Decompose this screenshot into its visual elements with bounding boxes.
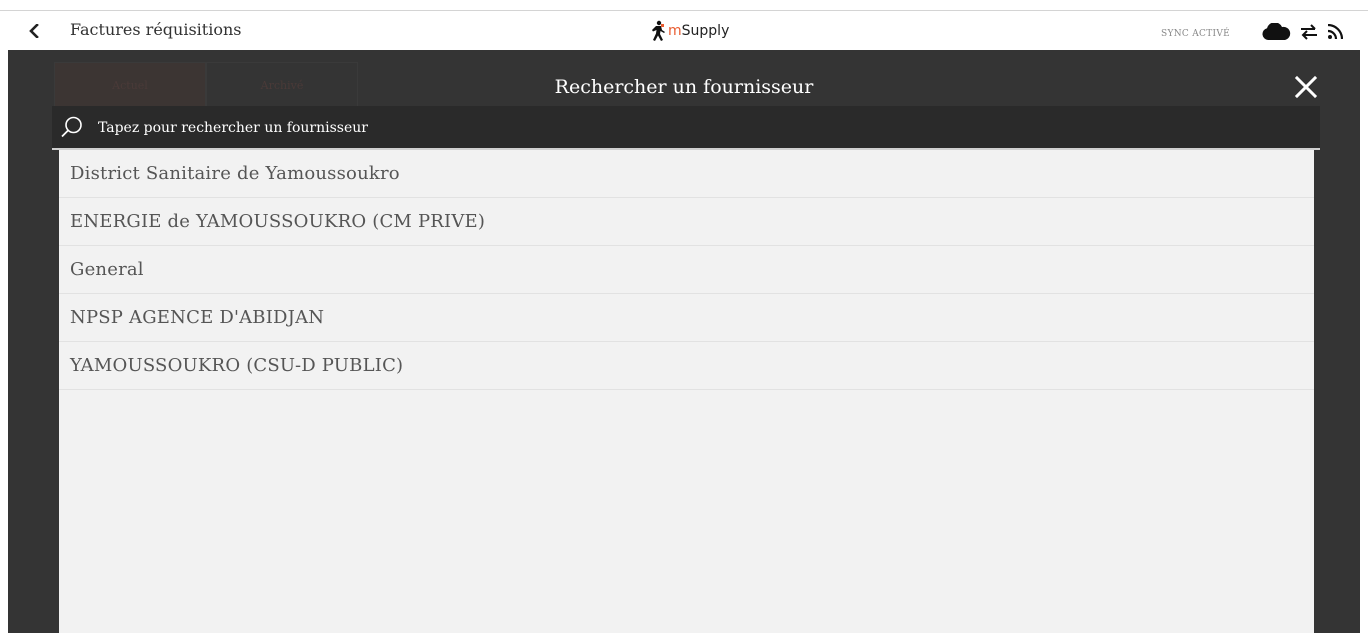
search-bar [52, 106, 1320, 150]
search-icon [60, 115, 84, 139]
list-item[interactable]: District Sanitaire de Yamoussoukro [59, 150, 1314, 198]
top-divider [0, 10, 1368, 11]
msupply-logo-icon [650, 20, 666, 42]
close-button[interactable] [1292, 73, 1320, 101]
brand: mSupply [650, 20, 729, 42]
close-icon [1292, 73, 1320, 101]
brand-name: mSupply [668, 23, 730, 39]
sync-arrows-icon [1299, 24, 1319, 40]
sync-status-icons[interactable] [1261, 23, 1343, 41]
back-button[interactable] [22, 18, 46, 46]
list-item[interactable]: YAMOUSSOUKRO (CSU-D PUBLIC) [59, 342, 1314, 390]
supplier-search-modal: Actuel Archivé Rechercher un fournisseur… [8, 50, 1360, 633]
cloud-icon [1261, 23, 1291, 41]
list-item[interactable]: NPSP AGENCE D'ABIDJAN [59, 294, 1314, 342]
page-title: Factures réquisitions [70, 20, 242, 39]
rss-feed-icon [1327, 24, 1343, 40]
top-navbar: Factures réquisitions mSupply SYNC ACTIV… [0, 0, 1368, 50]
list-item[interactable]: General [59, 246, 1314, 294]
modal-title: Rechercher un fournisseur [554, 76, 814, 98]
supplier-search-input[interactable] [98, 117, 1298, 139]
sync-status-label: SYNC ACTIVÉ [1161, 29, 1231, 39]
chevron-left-icon [28, 22, 40, 42]
supplier-results-list: District Sanitaire de Yamoussoukro ENERG… [59, 150, 1314, 633]
list-item[interactable]: ENERGIE de YAMOUSSOUKRO (CM PRIVE) [59, 198, 1314, 246]
